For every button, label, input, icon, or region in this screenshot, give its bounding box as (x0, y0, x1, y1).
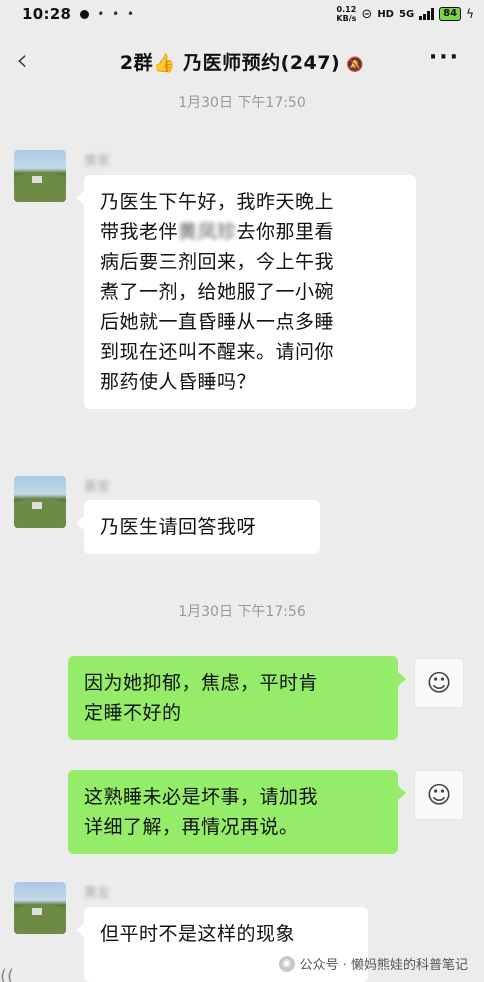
status-right-group: 0.12 KB/s ⊝ HD 5G 84 ϟ (336, 5, 474, 23)
watermark-text: 公众号 · 懒妈熊娃的科普笔记 (299, 958, 468, 973)
timestamp: 1月30日 下午17:56 (178, 604, 306, 620)
chat-header: ‹ 2群👍 乃医师预约(247) 🔕 ··· (0, 30, 484, 92)
doctor-avatar[interactable]: ☺ (414, 658, 464, 708)
signal-icon (419, 8, 435, 20)
message-line: 后她就一直昏睡从一点多睡 (100, 311, 335, 333)
avatar[interactable] (14, 476, 66, 528)
title-text: 乃医师预约(247) (176, 52, 341, 74)
message-line: 乃医生下午好，我昨天晚上 (100, 191, 335, 213)
net-speed: 0.12 KB/s (336, 5, 356, 23)
link-icon: ⊝ (361, 6, 373, 22)
message-line: 到现在还叫不醒来。请问你 (100, 341, 335, 363)
net-speed-value: 0.12 (336, 5, 357, 14)
message-line: 定睡不好的 (84, 702, 182, 724)
message-text: 但平时不是这样的现象 (100, 923, 296, 945)
message-bubble[interactable]: 这熟睡未必是坏事，请加我 详细了解，再情况再说。 (68, 770, 406, 854)
title-prefix: 2群 (119, 52, 154, 74)
more-menu-icon[interactable]: ··· (429, 47, 460, 69)
battery-icon: 84 (439, 7, 462, 21)
doctor-avatar[interactable]: ☺ (414, 770, 464, 820)
message-line: 详细了解，再情况再说。 (84, 816, 299, 838)
message-bubble[interactable]: 乃医生请回答我呀 (76, 500, 320, 554)
avatar[interactable] (14, 150, 66, 202)
charging-icon: ϟ (466, 7, 474, 21)
message-line: 因为她抑郁，焦虑，平时肯 (84, 672, 319, 694)
message-bubble[interactable]: 因为她抑郁，焦虑，平时肯 定睡不好的 (68, 656, 406, 740)
more-notifications-icon: • • • (97, 7, 137, 21)
blurred-name: 黄凤珍 (178, 221, 237, 243)
wechat-official-icon: ◉ (278, 955, 295, 972)
hd-label: HD (377, 8, 394, 20)
status-time: 10:28 (22, 5, 72, 23)
net-speed-unit: KB/s (336, 14, 357, 23)
message-line: 煮了一剂，给她服了一小碗 (100, 281, 335, 303)
message-bubble[interactable]: 乃医生下午好，我昨天晚上 带我老伴黄凤珍去你那里看 病后要三剂回来，今上午我 煮… (76, 175, 416, 409)
message-line: 带我老伴黄凤珍去你那里看 (100, 221, 335, 243)
message-line: 那药使人昏睡吗？ (100, 371, 257, 393)
mute-icon: 🔕 (346, 57, 365, 73)
message-line: 这熟睡未必是坏事，请加我 (84, 786, 319, 808)
network-type: 5G (398, 8, 415, 20)
notification-dot-icon (80, 9, 90, 19)
message-line: 病后要三剂回来，今上午我 (100, 251, 335, 273)
watermark: ◉ 公众号 · 懒妈熊娃的科普笔记 (278, 954, 468, 973)
sender-name: 黄家 (84, 154, 111, 169)
avatar[interactable] (14, 882, 66, 934)
chat-title: 2群👍 乃医师预约(247) 🔕 (0, 48, 484, 75)
timestamp: 1月30日 下午17:50 (178, 95, 306, 111)
status-bar: 10:28 • • • 0.12 KB/s ⊝ HD 5G 84 ϟ (0, 0, 484, 28)
thumbs-up-icon: 👍 (153, 53, 177, 74)
sender-name: 黄友 (84, 886, 111, 901)
sender-name: 黄家 (84, 480, 111, 495)
voice-toggle-icon[interactable]: (( (0, 966, 14, 982)
message-text: 乃医生请回答我呀 (100, 516, 257, 538)
